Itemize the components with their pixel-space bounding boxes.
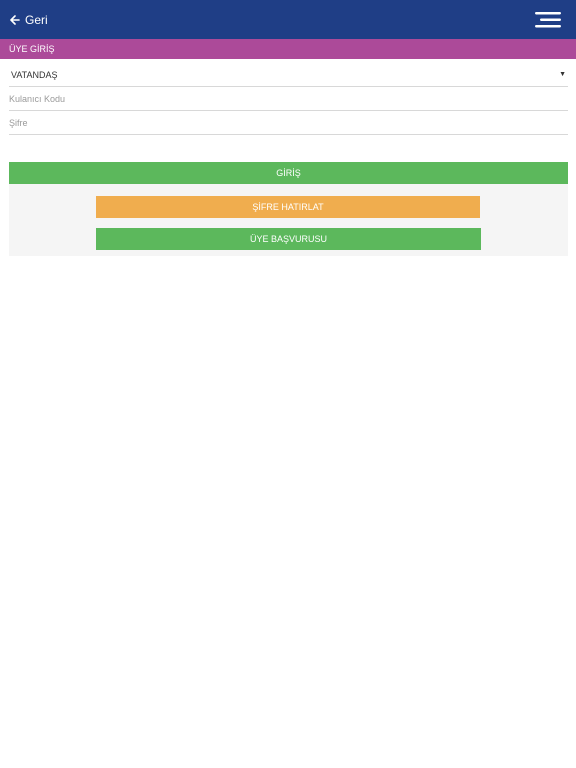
remind-password-button[interactable]: ŞİFRE HATIRLAT bbox=[96, 196, 480, 218]
back-button[interactable]: Geri bbox=[10, 13, 48, 27]
user-type-select[interactable]: VATANDAŞ ▼ bbox=[9, 63, 568, 87]
back-label: Geri bbox=[25, 12, 48, 27]
user-type-selected-value: VATANDAŞ bbox=[11, 69, 58, 80]
register-button[interactable]: ÜYE BAŞVURUSU bbox=[96, 228, 481, 250]
arrow-left-icon bbox=[10, 14, 20, 25]
password-input[interactable] bbox=[9, 117, 568, 128]
hamburger-menu-icon[interactable] bbox=[535, 11, 561, 28]
section-title: ÜYE GİRİŞ bbox=[0, 39, 576, 59]
caret-down-icon: ▼ bbox=[559, 71, 566, 78]
username-input[interactable] bbox=[9, 93, 568, 104]
top-navigation-bar: Geri bbox=[0, 0, 576, 39]
login-button[interactable]: GİRİŞ bbox=[9, 162, 568, 184]
password-field-wrapper bbox=[9, 111, 568, 135]
username-field-wrapper bbox=[9, 87, 568, 111]
